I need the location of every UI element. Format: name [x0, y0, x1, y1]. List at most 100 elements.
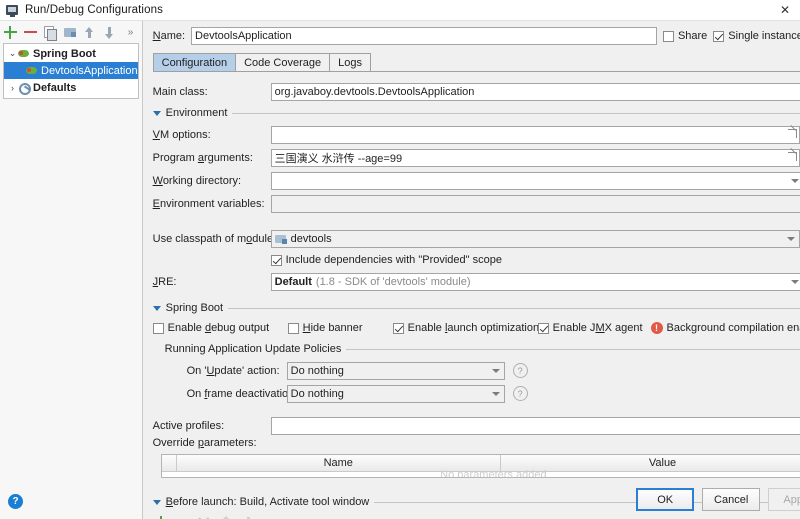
use-classpath-combo[interactable]: devtools	[271, 230, 800, 248]
on-update-help-icon[interactable]: ?	[513, 363, 528, 378]
vm-options-label: VM options:	[153, 129, 271, 141]
active-profiles-row: Active profiles:	[153, 414, 800, 437]
program-arguments-input[interactable]	[271, 149, 800, 167]
help-button[interactable]: ?	[8, 494, 23, 509]
configurations-toolbar: »	[0, 21, 142, 43]
on-update-action-row: On 'Update' action: Do nothing ?	[165, 359, 800, 382]
spring-boot-section-header[interactable]: Spring Boot	[153, 300, 800, 316]
chevron-down-icon[interactable]	[153, 306, 161, 311]
use-classpath-value: devtools	[291, 233, 332, 245]
name-input[interactable]	[191, 27, 657, 45]
chevron-down-icon[interactable]: ⌄	[7, 48, 18, 59]
single-instance-only-checkbox[interactable]: Single instance only	[713, 30, 800, 42]
tree-item-devtoolsapplication[interactable]: DevtoolsApplication	[4, 62, 138, 79]
tab-code-coverage[interactable]: Code Coverage	[235, 53, 330, 71]
checkbox-box	[393, 323, 404, 334]
chevron-right-icon[interactable]: ›	[7, 83, 18, 93]
section-divider	[232, 113, 800, 114]
vm-options-input[interactable]	[271, 126, 800, 144]
jre-combo[interactable]: Default (1.8 - SDK of 'devtools' module)	[271, 273, 800, 291]
main-class-label: Main class:	[153, 86, 271, 98]
spring-boot-icon	[18, 48, 30, 59]
on-frame-deactivation-row: On frame deactivation: Do nothing ?	[165, 382, 800, 405]
tab-configuration[interactable]: Configuration	[153, 53, 236, 71]
jre-row: JRE: Default (1.8 - SDK of 'devtools' mo…	[153, 270, 800, 293]
chevron-down-icon[interactable]	[153, 500, 161, 505]
environment-variables-input[interactable]	[271, 195, 800, 213]
tree-item-label: Defaults	[33, 82, 76, 94]
working-directory-combo[interactable]	[271, 172, 800, 190]
editor-tabs: Configuration Code Coverage Logs	[153, 52, 800, 72]
environment-section-header[interactable]: Environment	[153, 105, 800, 121]
chevron-down-icon	[787, 237, 795, 241]
enable-debug-output-label: Enable debug output	[168, 322, 270, 334]
wrench-icon[interactable]	[64, 26, 77, 39]
enable-launch-optimization-label: Enable launch optimization	[408, 322, 540, 334]
tree-item-label: DevtoolsApplication	[41, 65, 138, 77]
cancel-button[interactable]: Cancel	[702, 488, 760, 511]
chevron-down-icon	[492, 369, 500, 373]
warning-icon: !	[651, 322, 663, 334]
override-parameters-label-row: Override parameters:	[153, 437, 800, 454]
checkbox-box	[663, 31, 674, 42]
spring-boot-section-label: Spring Boot	[166, 302, 223, 314]
on-frame-deactivation-combo[interactable]: Do nothing	[287, 385, 505, 403]
jre-value-detail: (1.8 - SDK of 'devtools' module)	[316, 276, 471, 288]
enable-jmx-agent-checkbox[interactable]: Enable JMX agent	[538, 322, 643, 334]
include-dependencies-checkbox[interactable]: Include dependencies with "Provided" sco…	[271, 254, 502, 266]
close-icon[interactable]: ✕	[770, 0, 800, 21]
run-debug-configurations-dialog: Run/Debug Configurations ✕ » ⌄ Spring Bo…	[0, 0, 800, 519]
working-directory-label: Working directory:	[153, 175, 271, 187]
program-arguments-row: Program arguments:	[153, 146, 800, 169]
enable-debug-output-checkbox[interactable]: Enable debug output	[153, 322, 288, 334]
use-classpath-label: Use classpath of module:	[153, 233, 271, 245]
dialog-body: » ⌄ Spring Boot DevtoolsApplication › De…	[0, 21, 800, 519]
monitor-icon	[6, 4, 19, 17]
chevron-down-icon[interactable]	[153, 111, 161, 116]
update-policies-label: Running Application Update Policies	[165, 343, 342, 355]
on-update-action-combo[interactable]: Do nothing	[287, 362, 505, 380]
move-up-button[interactable]	[84, 26, 97, 39]
hide-banner-checkbox[interactable]: Hide banner	[288, 322, 393, 334]
tab-logs[interactable]: Logs	[329, 53, 371, 71]
checkbox-box	[153, 323, 164, 334]
background-compilation-label: Background compilation enabled	[667, 322, 800, 334]
before-launch-toolbar	[153, 512, 800, 519]
chevron-down-icon	[791, 280, 799, 284]
jre-label: JRE:	[153, 276, 271, 288]
working-directory-row: Working directory: ...	[153, 169, 800, 192]
override-parameters-table[interactable]: Name Value No parameters added »	[161, 454, 800, 478]
configuration-editor-pane: Name: Share Single instance only Configu…	[143, 21, 800, 519]
remove-configuration-button[interactable]	[24, 26, 37, 39]
main-class-input[interactable]	[271, 83, 800, 101]
checkbox-box	[271, 255, 282, 266]
chevron-down-icon	[492, 392, 500, 396]
active-profiles-input[interactable]	[271, 417, 800, 435]
on-frame-deactivation-value: Do nothing	[291, 388, 344, 400]
on-frame-deactivation-label: On frame deactivation:	[165, 388, 285, 400]
wrench-icon	[18, 82, 30, 93]
spring-boot-options-row: Enable debug output Hide banner Enable l…	[153, 318, 800, 338]
move-down-button[interactable]	[104, 26, 117, 39]
before-launch-label: Before launch: Build, Activate tool wind…	[166, 496, 370, 508]
tree-item-spring-boot[interactable]: ⌄ Spring Boot	[4, 45, 138, 62]
on-frame-deactivation-help-icon[interactable]: ?	[513, 386, 528, 401]
add-configuration-button[interactable]	[4, 26, 17, 39]
name-row: Name: Share Single instance only	[153, 21, 800, 51]
chevrons-right-icon[interactable]: »	[124, 26, 137, 39]
ok-button[interactable]: OK	[636, 488, 694, 511]
override-parameters-label: Override parameters:	[153, 437, 257, 449]
on-update-action-label: On 'Update' action:	[165, 365, 285, 377]
apply-button[interactable]: Apply	[768, 488, 800, 511]
dialog-footer: OK Cancel Apply	[636, 488, 800, 511]
share-checkbox[interactable]: Share	[663, 30, 707, 42]
copy-configuration-button[interactable]	[44, 26, 57, 39]
checkbox-box	[538, 323, 549, 334]
configurations-tree: ⌄ Spring Boot DevtoolsApplication › Defa…	[3, 43, 139, 99]
share-label: Share	[678, 30, 707, 42]
environment-variables-row: Environment variables: ...	[153, 192, 800, 215]
include-dependencies-row: Include dependencies with "Provided" sco…	[153, 250, 800, 270]
tree-item-defaults[interactable]: › Defaults	[4, 79, 138, 96]
active-profiles-label: Active profiles:	[153, 420, 271, 432]
enable-launch-optimization-checkbox[interactable]: Enable launch optimization	[393, 322, 538, 334]
